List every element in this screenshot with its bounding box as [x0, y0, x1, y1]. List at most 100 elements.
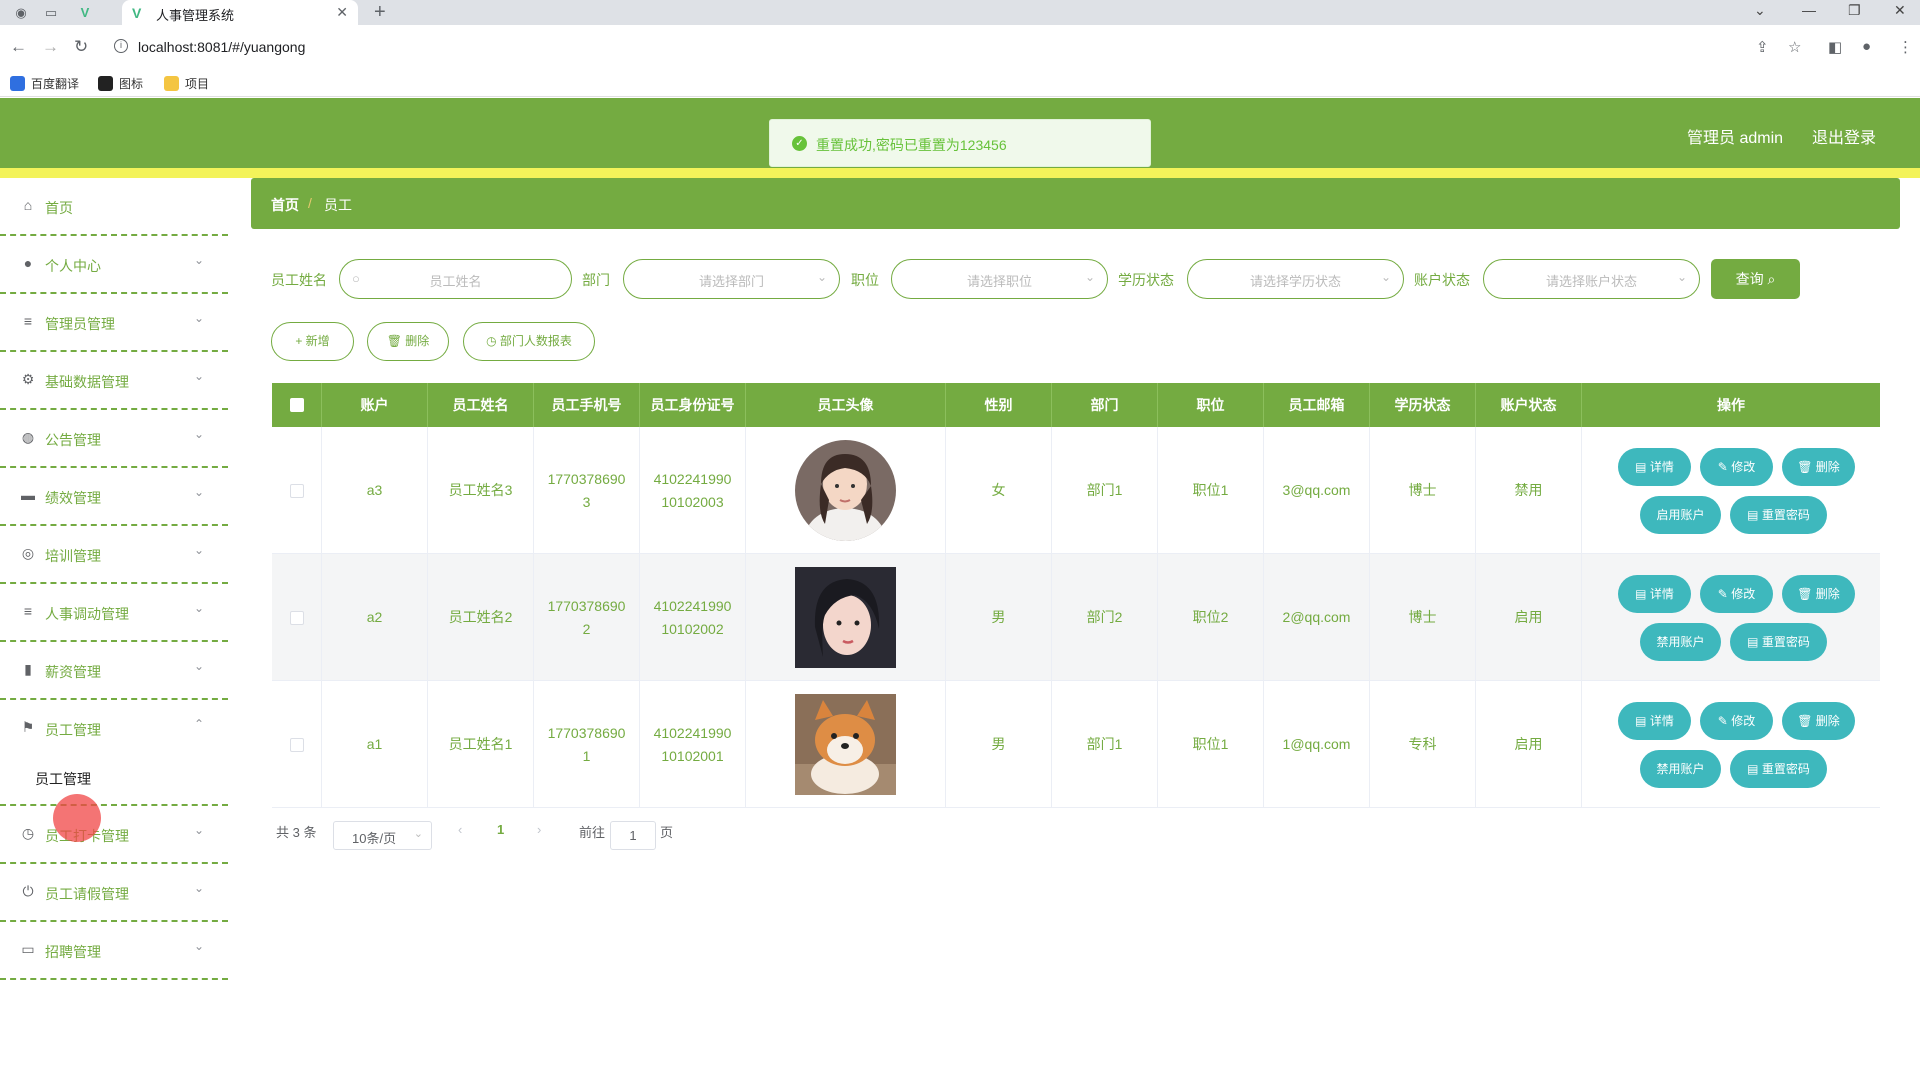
sidebar-item-performance[interactable]: ▬ 绩效管理 ⌄	[0, 468, 228, 526]
sidebar-item-leave[interactable]: ⏻ 员工请假管理 ⌄	[0, 864, 228, 922]
forward-icon[interactable]: →	[42, 37, 59, 57]
phone-line: 1770378690	[547, 470, 626, 487]
query-button[interactable]: 查询 ⌕	[1711, 259, 1800, 299]
detail-button[interactable]: ▤ 详情	[1618, 702, 1691, 740]
bookmark-item[interactable]: 项目	[164, 75, 209, 92]
row-delete-button[interactable]: 🗑 删除	[1782, 702, 1855, 740]
close-window-icon[interactable]: ✕	[1894, 2, 1906, 19]
detail-label: 详情	[1649, 714, 1674, 728]
row-checkbox[interactable]	[289, 737, 304, 752]
logout-link[interactable]: 退出登录	[1812, 124, 1876, 148]
back-icon[interactable]: ←	[10, 37, 27, 57]
sidebar-item-attendance[interactable]: ◷ 员工打卡管理 ⌄	[0, 806, 228, 864]
share-icon[interactable]: ⇪	[1756, 38, 1769, 56]
bookmark-item[interactable]: 百度翻译	[10, 75, 79, 92]
row-delete-button[interactable]: 🗑 删除	[1782, 575, 1855, 613]
table-row: a2 员工姓名2 1770378690 2 4102241990 10102002 …	[272, 554, 1880, 681]
new-tab-icon[interactable]: +	[374, 1, 386, 24]
reset-label: 重置密码	[1761, 635, 1810, 649]
name-search-input[interactable]: ○ 员工姓名	[339, 259, 572, 299]
reset-password-button[interactable]: ▤ 重置密码	[1730, 623, 1827, 661]
chevron-down-icon: ⌄	[194, 939, 205, 953]
globe-icon[interactable]: ◉	[12, 4, 30, 22]
sidebar-item-notices[interactable]: ◍ 公告管理 ⌄	[0, 410, 228, 468]
cell-dept: 部门1	[1052, 427, 1158, 554]
account-status-select[interactable]: 请选择账户状态 ⌄	[1483, 259, 1700, 299]
column-header: 员工头像	[746, 383, 946, 427]
position-select[interactable]: 请选择职位 ⌄	[891, 259, 1108, 299]
chevron-down-icon[interactable]: ⌄	[1754, 2, 1766, 19]
reset-password-button[interactable]: ▤ 重置密码	[1730, 496, 1827, 534]
detail-button[interactable]: ▤ 详情	[1618, 448, 1691, 486]
reload-icon[interactable]: ↻	[74, 37, 88, 57]
delete-button[interactable]: 🗑 删除	[367, 322, 449, 361]
chevron-down-icon: ⌄	[194, 485, 205, 499]
add-button[interactable]: + 新增	[271, 322, 354, 361]
sidebar-item-base-data[interactable]: ⚙ 基础数据管理 ⌄	[0, 352, 228, 410]
info-icon[interactable]: i	[114, 39, 128, 53]
chevron-down-icon: ⌄	[194, 543, 205, 557]
sidebar-item-home[interactable]: ⌂ 首页	[0, 178, 228, 236]
profile-icon[interactable]: ●	[1862, 38, 1871, 55]
row-delete-button[interactable]: 🗑 删除	[1782, 448, 1855, 486]
delete-label: 删除	[1815, 460, 1840, 474]
column-header: 员工身份证号	[640, 383, 746, 427]
breadcrumb-current: 员工	[324, 197, 352, 213]
sidepanel-icon[interactable]: ◧	[1828, 38, 1842, 56]
breadcrumb-home[interactable]: 首页	[271, 195, 299, 215]
star-icon[interactable]: ☆	[1788, 38, 1801, 56]
page-size-select[interactable]: 10条/页 ⌄	[333, 821, 432, 850]
reset-password-button[interactable]: ▤ 重置密码	[1730, 750, 1827, 788]
delete-label: 删除	[1815, 587, 1840, 601]
prev-page-icon[interactable]: ‹	[458, 822, 462, 837]
page-number-current[interactable]: 1	[497, 822, 504, 837]
edit-button[interactable]: ✎ 修改	[1700, 448, 1773, 486]
goto-label: 前往	[579, 825, 606, 840]
check-icon: ✓	[792, 136, 807, 151]
cell-name: 员工姓名1	[428, 681, 534, 808]
sidebar-item-admins[interactable]: ≡ 管理员管理 ⌄	[0, 294, 228, 352]
sidebar-item-training[interactable]: ◎ 培训管理 ⌄	[0, 526, 228, 584]
sidebar-item-transfer[interactable]: ≡ 人事调动管理 ⌄	[0, 584, 228, 642]
sidebar-item-salary[interactable]: ▮ 薪资管理 ⌄	[0, 642, 228, 700]
sidebar-item-employees[interactable]: ⚑ 员工管理 ⌃	[0, 700, 228, 750]
row-checkbox[interactable]	[289, 483, 304, 498]
close-icon[interactable]: ✕	[336, 4, 348, 21]
toggle-account-button[interactable]: 禁用账户	[1640, 750, 1721, 788]
cell-gender: 女	[946, 427, 1052, 554]
compass-icon: ◎	[21, 545, 35, 561]
cell-gender: 男	[946, 554, 1052, 681]
toggle-account-button[interactable]: 启用账户	[1640, 496, 1721, 534]
edit-button[interactable]: ✎ 修改	[1700, 702, 1773, 740]
row-select-cell	[272, 681, 322, 808]
sidebar-subitem-employees[interactable]: 员工管理	[0, 750, 228, 806]
sidebar-item-profile[interactable]: ● 个人中心 ⌄	[0, 236, 228, 294]
browser-tab-active[interactable]: V 人事管理系统 ✕	[122, 0, 358, 25]
dept-select[interactable]: 请选择部门 ⌄	[623, 259, 840, 299]
tab-placeholder-icon[interactable]: ▭	[42, 4, 60, 22]
minimize-icon[interactable]: —	[1802, 2, 1816, 18]
detail-button[interactable]: ▤ 详情	[1618, 575, 1691, 613]
education-select[interactable]: 请选择学历状态 ⌄	[1187, 259, 1404, 299]
toggle-account-button[interactable]: 禁用账户	[1640, 623, 1721, 661]
list-icon: ≡	[23, 313, 33, 329]
cell-phone: 1770378690 2	[534, 554, 640, 681]
goto-page-input[interactable]: 1	[610, 821, 656, 850]
edit-button[interactable]: ✎ 修改	[1700, 575, 1773, 613]
menu-dots-icon[interactable]: ⋮	[1898, 38, 1913, 56]
cell-id-number: 4102241990 10102003	[640, 427, 746, 554]
table-row: a3 员工姓名3 1770378690 3 4102241990 10102003 …	[272, 427, 1880, 554]
cell-email: 3@qq.com	[1264, 427, 1370, 554]
sidebar-item-label: 员工请假管理	[45, 886, 129, 902]
restore-icon[interactable]: ❐	[1848, 2, 1861, 19]
select-placeholder: 请选择职位	[966, 274, 1032, 289]
sidebar-item-recruit[interactable]: ▭ 招聘管理 ⌄	[0, 922, 228, 980]
row-checkbox[interactable]	[289, 610, 304, 625]
dept-report-button[interactable]: ◷ 部门人数报表	[463, 322, 595, 361]
vue-icon[interactable]: V	[76, 4, 94, 22]
select-all-checkbox[interactable]	[290, 398, 304, 412]
url-box[interactable]: i localhost:8081/#/yuangong	[108, 31, 1788, 63]
bookmark-item[interactable]: 图标	[98, 75, 143, 92]
picture-icon	[98, 76, 113, 91]
next-page-icon[interactable]: ›	[537, 822, 541, 837]
